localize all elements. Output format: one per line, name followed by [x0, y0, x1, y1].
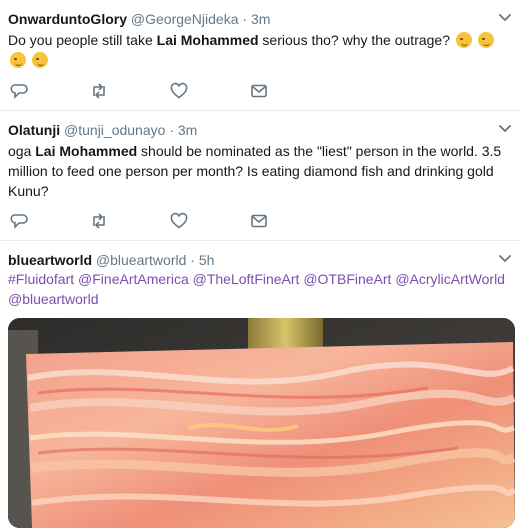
timestamp[interactable]: 3m	[251, 11, 270, 27]
winking-face-emoji	[10, 52, 26, 68]
chevron-down-icon[interactable]	[499, 255, 511, 263]
author-name[interactable]: Olatunji	[8, 122, 60, 138]
winking-face-emoji	[477, 32, 494, 48]
timestamp[interactable]: 3m	[178, 122, 197, 138]
separator: ·	[169, 122, 174, 138]
heart-icon[interactable]	[170, 212, 188, 230]
tweet-media-image[interactable]	[8, 318, 515, 528]
winking-face-emoji	[31, 52, 48, 68]
reply-icon[interactable]	[10, 82, 28, 100]
author-name[interactable]: blueartworld	[8, 252, 92, 268]
tweet-text: #Fluidofart @FineArtAmerica @TheLoftFine…	[8, 269, 509, 309]
envelope-icon[interactable]	[250, 212, 268, 230]
author-handle[interactable]: @tunji_odunayo	[64, 122, 165, 138]
envelope-icon[interactable]	[250, 82, 268, 100]
tweet-header: OnwarduntoGlory @GeorgeNjideka · 3m	[8, 10, 270, 28]
chevron-down-icon[interactable]	[499, 14, 511, 22]
author-handle[interactable]: @GeorgeNjideka	[131, 11, 239, 27]
tweet-1[interactable]: OnwarduntoGlory @GeorgeNjideka · 3m Do y…	[0, 0, 521, 111]
winking-face-emoji	[455, 32, 472, 48]
tweet-header: blueartworld @blueartworld · 5h	[8, 251, 214, 269]
mention-bold: Lai Mohammed	[156, 32, 259, 48]
separator: ·	[242, 11, 248, 27]
mention-link[interactable]: @blueartworld	[8, 291, 98, 307]
author-handle[interactable]: @blueartworld	[96, 252, 186, 268]
tweet-text: Do you people still take Lai Mohammed se…	[8, 30, 509, 70]
hashtag-link[interactable]: #Fluidofart	[8, 271, 74, 287]
reply-icon[interactable]	[10, 212, 28, 230]
timestamp[interactable]: 5h	[199, 252, 215, 268]
separator: ·	[190, 252, 195, 268]
mention-link[interactable]: @AcrylicArtWorld	[395, 271, 505, 287]
chevron-down-icon[interactable]	[499, 125, 511, 133]
retweet-icon[interactable]	[90, 82, 108, 100]
tweet-actions	[10, 212, 270, 230]
author-name[interactable]: OnwarduntoGlory	[8, 11, 127, 27]
painting-photo	[8, 318, 515, 528]
mention-link[interactable]: @FineArtAmerica	[78, 271, 189, 287]
mention-link[interactable]: @TheLoftFineArt	[193, 271, 300, 287]
retweet-icon[interactable]	[90, 212, 108, 230]
tweet-text: oga Lai Mohammed should be nominated as …	[8, 143, 502, 199]
tweet-actions	[10, 82, 270, 100]
tweet-header: Olatunji @tunji_odunayo · 3m	[8, 121, 197, 139]
mention-bold: Lai Mohammed	[35, 143, 138, 159]
heart-icon[interactable]	[170, 82, 188, 100]
tweet-2[interactable]: Olatunji @tunji_odunayo · 3m oga Lai Moh…	[0, 111, 521, 241]
mention-link[interactable]: @OTBFineArt	[303, 271, 391, 287]
